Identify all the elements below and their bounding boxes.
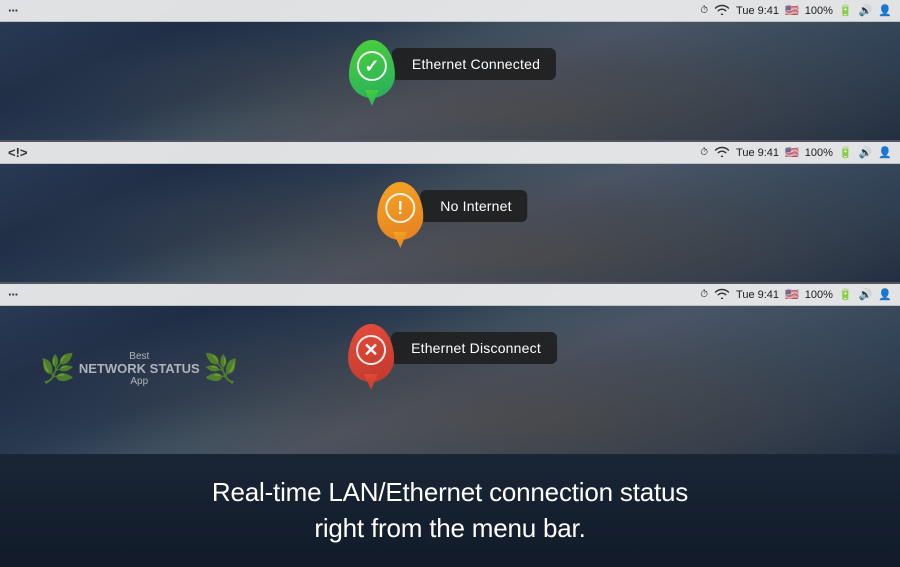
network-status-icon-3: ···: [8, 287, 18, 302]
menubar-left-1: ···: [8, 3, 18, 18]
main-text-line1: Real-time LAN/Ethernet connection status: [212, 477, 688, 507]
status-circle-disconnect: ✕: [356, 335, 386, 365]
battery-3: 100%: [805, 289, 833, 301]
status-icon-wrapper-no-internet: !: [372, 172, 428, 240]
menubar-1: ··· ⏱ Tue 9:41 🇺🇸 100% 🔋 🔊 👤: [0, 0, 900, 22]
status-label-disconnect: Ethernet Disconnect: [391, 332, 557, 364]
award-badge: 🌿 Best NETWORK STATUS App 🌿: [40, 351, 239, 387]
flag-icon-1: 🇺🇸: [785, 4, 799, 17]
bottom-section: Real-time LAN/Ethernet connection status…: [0, 454, 900, 567]
network-status-icon-2: <!>: [8, 145, 28, 160]
battery-2: 100%: [805, 147, 833, 159]
main-text-line2: right from the menu bar.: [314, 513, 585, 543]
time-1: Tue 9:41: [736, 5, 779, 17]
panel-disconnect: ··· ⏱ Tue 9:41 🇺🇸 100% 🔋 🔊 👤 🌿 Best: [0, 284, 900, 454]
user-icon-3: 👤: [878, 288, 892, 301]
award-app: App: [79, 376, 200, 387]
status-label-connected: Ethernet Connected: [392, 48, 556, 80]
menubar-left-3: ···: [8, 287, 18, 302]
menubar-right-1: ⏱ Tue 9:41 🇺🇸 100% 🔋 🔊 👤: [700, 3, 892, 18]
status-icon-wrapper-connected: ✓: [344, 30, 400, 98]
panel-connected: ··· ⏱ Tue 9:41 🇺🇸 100% 🔋 🔊 👤 ✓: [0, 0, 900, 140]
battery-icon-3: 🔋: [839, 288, 853, 301]
wifi-icon-1: [714, 3, 730, 18]
user-icon-1: 👤: [878, 4, 892, 17]
award-title: NETWORK STATUS: [79, 362, 200, 376]
status-popup-disconnect: ✕ Ethernet Disconnect: [343, 314, 557, 382]
cross-icon: ✕: [364, 341, 379, 359]
wifi-icon-3: [714, 287, 730, 302]
teardrop-no-internet: !: [377, 182, 423, 240]
flag-icon-2: 🇺🇸: [785, 146, 799, 159]
status-circle-connected: ✓: [357, 51, 387, 81]
laurel-right: 🌿: [204, 355, 239, 383]
teardrop-disconnect: ✕: [348, 324, 394, 382]
award-text: Best NETWORK STATUS App: [79, 351, 200, 387]
flag-icon-3: 🇺🇸: [785, 288, 799, 301]
status-popup-connected: ✓ Ethernet Connected: [344, 30, 556, 98]
status-circle-no-internet: !: [385, 193, 415, 223]
menubar-right-2: ⏱ Tue 9:41 🇺🇸 100% 🔋 🔊 👤: [700, 145, 892, 160]
status-label-no-internet: No Internet: [420, 190, 527, 222]
menubar-right-3: ⏱ Tue 9:41 🇺🇸 100% 🔋 🔊 👤: [700, 287, 892, 302]
battery-1: 100%: [805, 5, 833, 17]
panel-no-internet: <!> ⏱ Tue 9:41 🇺🇸 100% 🔋 🔊 👤 !: [0, 142, 900, 282]
battery-icon-2: 🔋: [839, 146, 853, 159]
main-description: Real-time LAN/Ethernet connection status…: [212, 475, 688, 545]
network-status-icon-1: ···: [8, 3, 18, 18]
volume-icon-1: 🔊: [859, 4, 873, 17]
battery-icon-1: 🔋: [839, 4, 853, 17]
wifi-icon-2: [714, 145, 730, 160]
time-2: Tue 9:41: [736, 147, 779, 159]
status-popup-no-internet: ! No Internet: [372, 172, 527, 240]
teardrop-connected: ✓: [349, 40, 395, 98]
user-icon-2: 👤: [878, 146, 892, 159]
time-3: Tue 9:41: [736, 289, 779, 301]
laurel-wrapper: 🌿 Best NETWORK STATUS App 🌿: [40, 351, 239, 387]
speedometer-icon-1: ⏱: [700, 5, 708, 16]
menubar-3: ··· ⏱ Tue 9:41 🇺🇸 100% 🔋 🔊 👤: [0, 284, 900, 306]
speedometer-icon-2: ⏱: [700, 147, 708, 158]
menubar-left-2: <!>: [8, 145, 28, 160]
exclaim-icon: !: [397, 199, 403, 217]
volume-icon-3: 🔊: [859, 288, 873, 301]
speedometer-icon-3: ⏱: [700, 289, 708, 300]
volume-icon-2: 🔊: [859, 146, 873, 159]
check-icon: ✓: [364, 57, 379, 75]
status-icon-wrapper-disconnect: ✕: [343, 314, 399, 382]
laurel-left: 🌿: [40, 355, 75, 383]
menubar-2: <!> ⏱ Tue 9:41 🇺🇸 100% 🔋 🔊 👤: [0, 142, 900, 164]
